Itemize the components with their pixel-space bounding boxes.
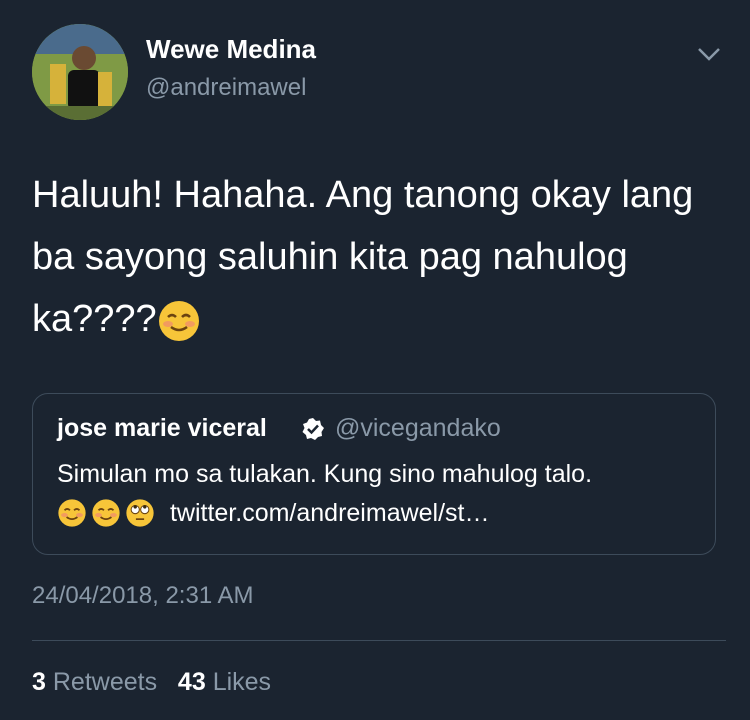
author-name[interactable]: Wewe Medina — [146, 34, 316, 65]
divider — [32, 640, 726, 641]
likes-label: Likes — [212, 668, 272, 696]
avatar[interactable] — [32, 24, 128, 120]
likes-count: 43 — [177, 668, 206, 696]
author-handle[interactable]: @andreimawel — [146, 74, 306, 102]
tweet-text-line: Haluuh! Hahaha. Ang tanong okay lang — [32, 174, 694, 216]
retweets-stat[interactable]: 3 Retweets — [32, 668, 157, 696]
quoted-author-handle: @vicegandako — [335, 414, 501, 442]
smiling-blush-emoji-icon — [92, 499, 120, 528]
retweets-count: 3 — [32, 668, 46, 696]
smiling-blush-emoji-icon — [158, 300, 199, 341]
quoted-author-name: jose marie viceral — [57, 414, 267, 442]
tweet-timestamp[interactable]: 24/04/2018, 2:31 AM — [32, 582, 254, 610]
quoted-tweet[interactable]: jose marie viceral @vicegandako Simulan … — [32, 393, 716, 555]
tweet-header: Wewe Medina @andreimawel — [32, 24, 722, 124]
smiling-blush-emoji-icon — [58, 499, 86, 528]
tweet-text-segment: ka???? — [32, 298, 157, 340]
tweet-text-line: ba sayong saluhin kita pag nahulog — [32, 236, 628, 278]
likes-stat[interactable]: 43 Likes — [178, 668, 271, 696]
tweet-stats: 3 Retweets 43 Likes — [32, 668, 271, 697]
tweet-text: Haluuh! Hahaha. Ang tanong okay lang ba … — [32, 164, 722, 350]
chevron-down-icon[interactable] — [696, 44, 722, 64]
retweets-label: Retweets — [52, 668, 158, 696]
tweet-text-line: ka???? — [32, 288, 722, 350]
quoted-text: Simulan mo sa tulakan. Kung sino mahulog… — [57, 460, 593, 488]
eye-roll-emoji-icon — [126, 499, 154, 528]
quoted-link[interactable]: twitter.com/andreimawel/st… — [170, 499, 490, 527]
quoted-text-line2: twitter.com/andreimawel/st… — [57, 498, 490, 528]
verified-badge-icon — [302, 418, 324, 440]
